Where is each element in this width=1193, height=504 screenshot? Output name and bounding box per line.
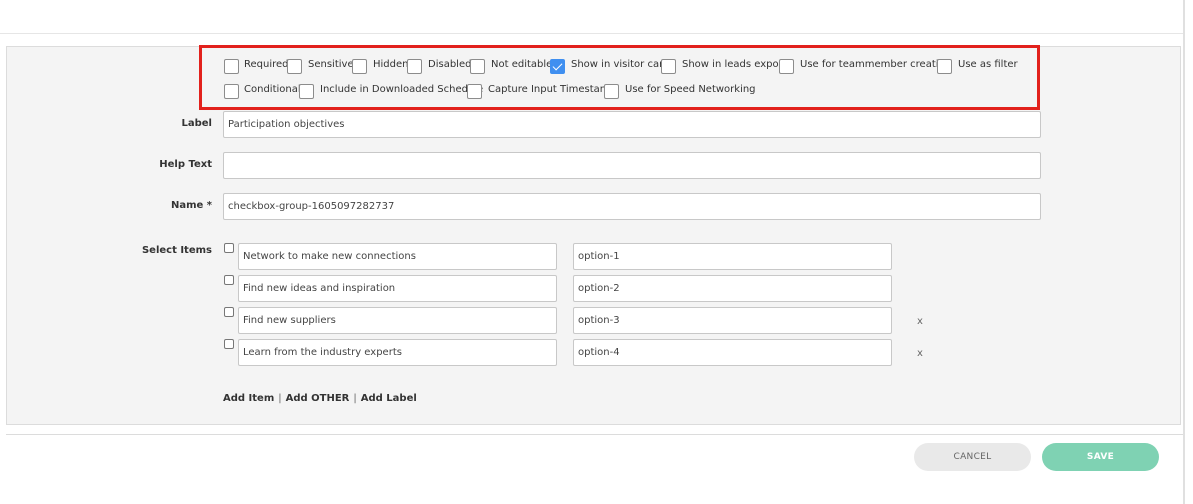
capture-input-timestamp-label: Capture Input Timestamp [488, 84, 616, 95]
help-text-field-label: Help Text [159, 159, 212, 170]
item-3-text-input[interactable]: Find new suppliers [238, 307, 557, 334]
use-as-filter-checkbox[interactable] [937, 59, 952, 74]
item-1-default-checkbox[interactable] [224, 243, 234, 253]
item-1-value-input[interactable]: option-1 [573, 243, 892, 270]
field-editor-panel [6, 46, 1181, 425]
save-button[interactable]: SAVE [1042, 443, 1159, 471]
show-in-leads-export-checkbox[interactable] [661, 59, 676, 74]
item-2-default-checkbox[interactable] [224, 275, 234, 285]
item-3-value-input[interactable]: option-3 [573, 307, 892, 334]
name-field-label: Name * [170, 200, 212, 211]
add-label-link[interactable]: Add Label [361, 393, 417, 404]
add-item-link[interactable]: Add Item [223, 393, 274, 404]
add-links-bar: Add Item | Add OTHER | Add Label [223, 393, 417, 404]
item-4-default-checkbox[interactable] [224, 339, 234, 349]
capture-input-timestamp-checkbox[interactable] [467, 84, 482, 99]
not-editable-label: Not editable [491, 59, 553, 70]
item-3-default-checkbox[interactable] [224, 307, 234, 317]
select-items-label: Select Items [141, 245, 212, 256]
link-separator: | [278, 393, 282, 404]
item-1-text-input[interactable]: Network to make new connections [238, 243, 557, 270]
item-3-remove-icon[interactable]: x [917, 316, 923, 327]
item-2-text-input[interactable]: Find new ideas and inspiration [238, 275, 557, 302]
use-for-teammember-creation-label: Use for teammember creation [800, 59, 951, 70]
footer-divider [6, 434, 1183, 435]
not-editable-checkbox[interactable] [470, 59, 485, 74]
include-in-downloaded-schedule-label: Include in Downloaded Schedule [320, 84, 484, 95]
use-for-speed-networking-checkbox[interactable] [604, 84, 619, 99]
link-separator: | [353, 393, 357, 404]
use-as-filter-label: Use as filter [958, 59, 1018, 70]
item-4-remove-icon[interactable]: x [917, 348, 923, 359]
conditional-checkbox[interactable] [224, 84, 239, 99]
help-text-input[interactable] [223, 152, 1041, 179]
hidden-checkbox[interactable] [352, 59, 367, 74]
required-label: Required [244, 59, 289, 70]
name-input[interactable]: checkbox-group-1605097282737 [223, 193, 1041, 220]
conditional-label: Conditional [244, 84, 301, 95]
label-input[interactable]: Participation objectives [223, 111, 1041, 138]
show-in-visitor-card-label: Show in visitor card [571, 59, 670, 70]
top-divider [0, 33, 1183, 34]
item-2-value-input[interactable]: option-2 [573, 275, 892, 302]
label-field-label: Label [181, 118, 213, 129]
sensitive-label: Sensitive [308, 59, 354, 70]
use-for-teammember-creation-checkbox[interactable] [779, 59, 794, 74]
hidden-label: Hidden [373, 59, 409, 70]
cancel-button[interactable]: CANCEL [914, 443, 1031, 471]
sensitive-checkbox[interactable] [287, 59, 302, 74]
use-for-speed-networking-label: Use for Speed Networking [625, 84, 756, 95]
scrollbar-track[interactable] [1183, 0, 1185, 504]
show-in-visitor-card-checkbox[interactable] [550, 59, 565, 74]
disabled-checkbox[interactable] [407, 59, 422, 74]
item-4-value-input[interactable]: option-4 [573, 339, 892, 366]
add-other-link[interactable]: Add OTHER [286, 393, 350, 404]
show-in-leads-export-label: Show in leads export [682, 59, 787, 70]
required-checkbox[interactable] [224, 59, 239, 74]
include-in-downloaded-schedule-checkbox[interactable] [299, 84, 314, 99]
item-4-text-input[interactable]: Learn from the industry experts [238, 339, 557, 366]
disabled-label: Disabled [428, 59, 472, 70]
